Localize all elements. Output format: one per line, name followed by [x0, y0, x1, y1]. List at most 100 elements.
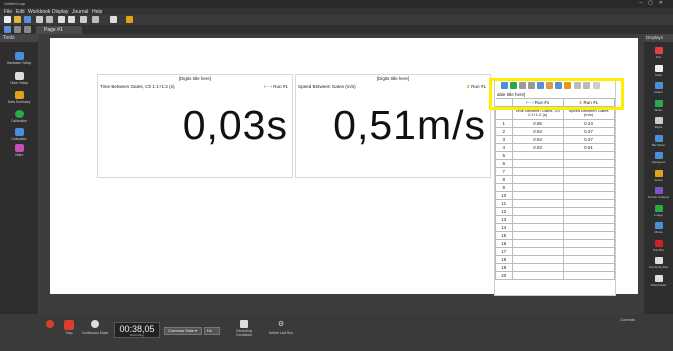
display-histogram[interactable]: Histogram	[645, 152, 672, 164]
tool-data-summary[interactable]: Data Summary	[2, 91, 36, 104]
data-cell[interactable]	[562, 191, 615, 200]
data-cell[interactable]	[562, 175, 615, 184]
data-cell[interactable]	[511, 223, 564, 232]
measurement-label[interactable]: Time Between Gates, Ch 1:1+1:2 (s)	[100, 84, 175, 89]
undo-icon[interactable]	[80, 16, 87, 23]
display-table[interactable]: Table	[645, 64, 672, 77]
display-digits[interactable]: Digits	[645, 117, 672, 129]
sample-rate-select[interactable]: Common Rate ▾	[164, 327, 202, 335]
display-icon[interactable]	[126, 16, 133, 23]
data-cell[interactable]: 0.04	[511, 127, 564, 136]
stop-button[interactable]: Stop	[60, 320, 78, 335]
data-cell[interactable]	[511, 183, 564, 192]
mode-button[interactable]: Continuous Mode	[80, 320, 110, 335]
redo-icon[interactable]	[92, 16, 99, 23]
data-cell[interactable]	[562, 255, 615, 264]
cut-icon[interactable]	[46, 16, 53, 23]
display-image[interactable]: Image	[645, 204, 672, 217]
display-text[interactable]: Text	[645, 47, 672, 59]
delete-last-run-button[interactable]: ⚙ Delete Last Run	[266, 320, 296, 335]
display-bar-meter[interactable]: Bar Meter	[645, 134, 672, 147]
data-cell[interactable]	[511, 263, 564, 272]
display-meter[interactable]: Meter	[645, 99, 672, 112]
display-text-entry-box[interactable]: Text Entry Box	[645, 257, 672, 269]
data-cell[interactable]	[562, 271, 615, 280]
data-cell[interactable]	[511, 151, 564, 160]
expand-controls[interactable]	[44, 320, 56, 328]
data-cell[interactable]	[511, 231, 564, 240]
digits-title[interactable]: [Digits title here]	[98, 76, 292, 81]
data-cell[interactable]	[511, 167, 564, 176]
data-cell[interactable]	[511, 247, 564, 256]
data-cell[interactable]: 0.24	[562, 119, 615, 128]
table-display[interactable]: able title here] ⊢⊣ Run #1 ⧗ Run #1 Time…	[494, 80, 616, 296]
data-cell[interactable]	[511, 239, 564, 248]
data-cell[interactable]	[562, 223, 615, 232]
measurement-label[interactable]: Speed Between Gates (m/s)	[298, 84, 356, 89]
digits-title[interactable]: [Digits title here]	[296, 76, 490, 81]
data-cell[interactable]	[562, 231, 615, 240]
paste-icon[interactable]	[68, 16, 75, 23]
data-cell[interactable]	[562, 239, 615, 248]
tool-calibration[interactable]: Calibration	[2, 110, 36, 123]
print-icon[interactable]	[36, 16, 43, 23]
tab-page-1[interactable]: Page #1	[36, 26, 82, 34]
data-cell[interactable]: 0.03	[511, 143, 564, 152]
data-cell[interactable]	[511, 159, 564, 168]
open-file-icon[interactable]	[14, 16, 21, 23]
rate-unit-select[interactable]: Hz	[204, 327, 220, 335]
recording-conditions-button[interactable]: Recording Conditions	[230, 320, 258, 337]
data-cell[interactable]: 0.51	[562, 143, 615, 152]
add-page-icon[interactable]	[24, 26, 31, 33]
display-placeholder[interactable]: Placeholder	[645, 274, 672, 287]
data-cell[interactable]	[562, 247, 615, 256]
tool-video[interactable]: Video	[2, 144, 36, 157]
data-cell[interactable]: 0.06	[511, 119, 564, 128]
data-cell[interactable]	[511, 191, 564, 200]
data-cell[interactable]	[511, 175, 564, 184]
tool-hardware-setup[interactable]: Hardware Setup	[2, 52, 36, 65]
data-cell[interactable]	[562, 215, 615, 224]
data-cell[interactable]	[511, 207, 564, 216]
display-fourier-analysis[interactable]: Fourier Analysis	[645, 187, 672, 199]
timer-setup-icon	[14, 72, 24, 80]
display-label: Bar Meter	[651, 142, 666, 147]
display-text-box[interactable]: Text Box	[645, 239, 672, 252]
data-cell[interactable]	[562, 151, 615, 160]
page-list-icon[interactable]	[14, 26, 21, 33]
new-file-icon[interactable]	[4, 16, 11, 23]
run-selector[interactable]: ⊢⊣ Run #1	[264, 84, 288, 90]
page-nav-icon[interactable]	[4, 26, 11, 33]
controls-toggle[interactable]: Controls	[620, 317, 650, 324]
data-cell[interactable]	[511, 271, 564, 280]
display-graph[interactable]: Graph	[645, 82, 672, 94]
tool-calculator[interactable]: Calculator	[2, 128, 36, 141]
data-cell[interactable]	[562, 207, 615, 216]
row-number-cell: 7	[495, 167, 513, 176]
data-cell[interactable]: 0.04	[511, 135, 564, 144]
data-cell[interactable]	[562, 199, 615, 208]
data-cell[interactable]	[511, 215, 564, 224]
digits-display-time[interactable]: [Digits title here] Time Between Gates, …	[97, 74, 293, 178]
placeholder-icon	[654, 274, 663, 282]
data-cell[interactable]	[562, 263, 615, 272]
data-cell[interactable]: 0.37	[562, 135, 615, 144]
run-selector[interactable]: ⧗ Run #1	[467, 84, 486, 89]
tool-timer-setup[interactable]: Timer Setup	[2, 72, 36, 85]
data-cell[interactable]	[562, 183, 615, 192]
journal-snapshot-icon[interactable]	[110, 16, 117, 23]
display-vector[interactable]: Vector	[645, 169, 672, 182]
save-icon[interactable]	[24, 16, 31, 23]
copy-icon[interactable]	[58, 16, 65, 23]
display-movie[interactable]: Movie	[645, 222, 672, 234]
data-cell[interactable]	[511, 199, 564, 208]
data-cell[interactable]	[562, 167, 615, 176]
data-cell[interactable]: 0.37	[562, 127, 615, 136]
window-controls[interactable]: –▢✕	[639, 0, 669, 6]
displays-panel: Displays Text Table Graph Meter Digits Bar Me…	[644, 34, 673, 314]
recording-timer: 00:38,05 Recording	[114, 322, 160, 338]
display-label: Text Box	[652, 247, 665, 252]
digits-display-speed[interactable]: [Digits title here] Speed Between Gates …	[295, 74, 491, 178]
data-cell[interactable]	[562, 159, 615, 168]
data-cell[interactable]	[511, 255, 564, 264]
